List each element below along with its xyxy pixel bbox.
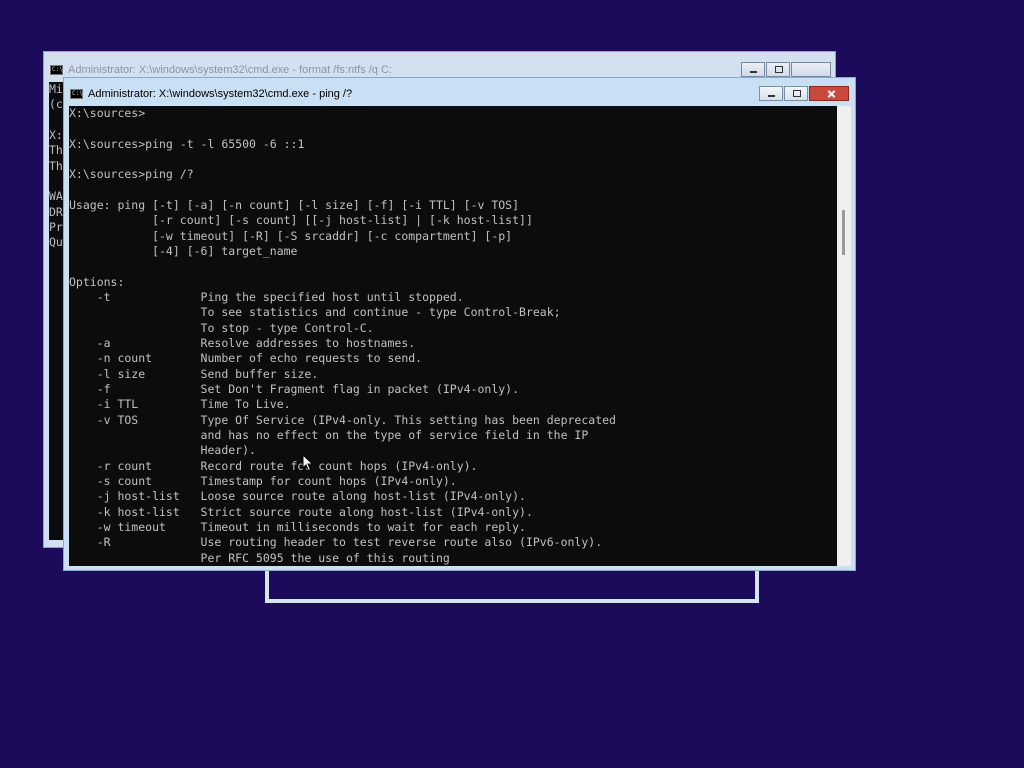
background-window-title: Administrator: X:\windows\system32\cmd.e… bbox=[68, 64, 392, 76]
console-line: -n count Number of echo requests to send… bbox=[69, 351, 423, 366]
console-line: -t Ping the specified host until stopped… bbox=[69, 289, 464, 304]
console-line: X:\sources> bbox=[69, 106, 146, 120]
console-line: Header). bbox=[69, 443, 256, 458]
close-button[interactable] bbox=[809, 86, 849, 101]
background-console-line: Th bbox=[49, 143, 63, 158]
restore-button[interactable] bbox=[784, 86, 808, 101]
console-line: To stop - type Control-C. bbox=[69, 320, 374, 335]
background-console-line: Qu bbox=[49, 235, 63, 250]
console-line: -R Use routing header to test reverse ro… bbox=[69, 535, 603, 550]
console-line: -w timeout Timeout in milliseconds to wa… bbox=[69, 519, 526, 534]
console-line: -j host-list Loose source route along ho… bbox=[69, 489, 526, 504]
console-line: [-r count] [-s count] [[-j host-list] | … bbox=[69, 213, 533, 228]
console-line: Options: bbox=[69, 274, 125, 289]
console-line: -r count Record route for count hops (IP… bbox=[69, 458, 478, 473]
console-line: X:\sources>ping /? bbox=[69, 167, 194, 182]
console-line: -k host-list Strict source route along h… bbox=[69, 504, 533, 519]
minimize-button[interactable] bbox=[759, 86, 783, 101]
mouse-pointer-icon bbox=[302, 454, 314, 472]
cmd-icon: C:\ bbox=[50, 65, 63, 75]
background-minimize-button[interactable] bbox=[741, 62, 765, 77]
front-console-window[interactable]: C:\ Administrator: X:\windows\system32\c… bbox=[63, 77, 856, 571]
console-line: Usage: ping [-t] [-a] [-n count] [-l siz… bbox=[69, 197, 520, 212]
background-console-line: Th bbox=[49, 158, 63, 173]
console-text: X:\sources> X:\sources>ping -t -l 65500 … bbox=[69, 106, 837, 566]
background-console-line: Mi bbox=[49, 82, 63, 96]
scrollbar-thumb[interactable] bbox=[842, 210, 845, 255]
cmd-icon: C:\ bbox=[70, 89, 83, 99]
console-line: -a Resolve addresses to hostnames. bbox=[69, 335, 416, 350]
console-line: -s count Timestamp for count hops (IPv4-… bbox=[69, 473, 457, 488]
background-console-line: X: bbox=[49, 127, 63, 142]
console-line: -l size Send buffer size. bbox=[69, 366, 319, 381]
console-line: and has no effect on the type of service… bbox=[69, 427, 589, 442]
console-line: -i TTL Time To Live. bbox=[69, 397, 291, 412]
console-line: [-w timeout] [-R] [-S srcaddr] [-c compa… bbox=[69, 228, 513, 243]
background-console-line: (c bbox=[49, 97, 63, 112]
vertical-scrollbar[interactable] bbox=[837, 106, 851, 566]
console-line: X:\sources>ping -t -l 65500 -6 ::1 bbox=[69, 136, 305, 151]
console-line: To see statistics and continue - type Co… bbox=[69, 305, 561, 320]
front-titlebar[interactable]: C:\ Administrator: X:\windows\system32\c… bbox=[64, 78, 855, 101]
background-console-line: WA bbox=[49, 189, 63, 204]
background-console-line: Pr bbox=[49, 219, 63, 234]
front-console-output[interactable]: X:\sources> X:\sources>ping -t -l 65500 … bbox=[69, 106, 837, 566]
console-line: [-4] [-6] target_name bbox=[69, 243, 298, 258]
console-line: -v TOS Type Of Service (IPv4-only. This … bbox=[69, 412, 616, 427]
background-restore-button[interactable] bbox=[766, 62, 790, 77]
background-close-button[interactable] bbox=[791, 62, 831, 77]
background-console-line: DR bbox=[49, 204, 63, 219]
front-window-title: Administrator: X:\windows\system32\cmd.e… bbox=[88, 88, 353, 100]
console-line: -f Set Don't Fragment flag in packet (IP… bbox=[69, 381, 520, 396]
console-line: Per RFC 5095 the use of this routing bbox=[69, 550, 450, 565]
